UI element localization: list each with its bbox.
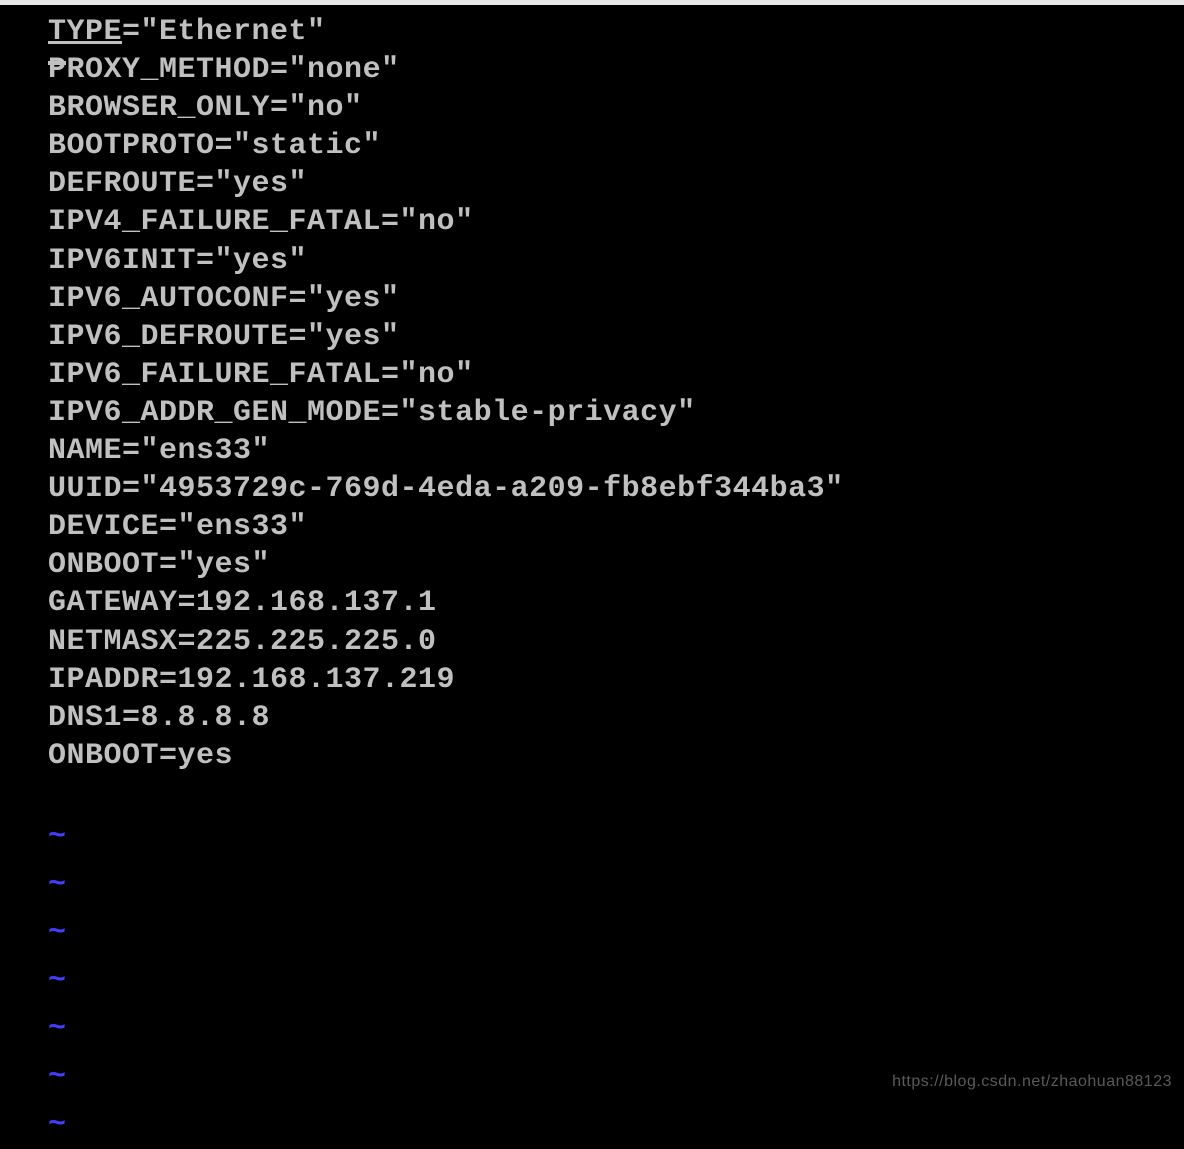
config-line: DEVICE="ens33" [48,508,1184,546]
config-line: NAME="ens33" [48,432,1184,470]
config-line: IPV6INIT="yes" [48,242,1184,280]
cursor-indicator [48,61,66,65]
vim-tilde-line: ~ [48,1005,1184,1053]
vim-tilde-line: ~ [48,957,1184,1005]
config-line: GATEWAY=192.168.137.1 [48,584,1184,622]
config-line: BROWSER_ONLY="no" [48,89,1184,127]
config-line: DEFROUTE="yes" [48,165,1184,203]
config-line: IPADDR=192.168.137.219 [48,661,1184,699]
window-top-bar [0,0,1184,5]
config-line: NETMASX=225.225.225.0 [48,623,1184,661]
blank-line [48,775,1184,813]
config-line: IPV6_DEFROUTE="yes" [48,318,1184,356]
config-line: IPV6_ADDR_GEN_MODE="stable-privacy" [48,394,1184,432]
config-line: UUID="4953729c-769d-4eda-a209-fb8ebf344b… [48,470,1184,508]
config-line: BOOTPROTO="static" [48,127,1184,165]
watermark-text: https://blog.csdn.net/zhaohuan88123 [892,1073,1172,1091]
config-line: ONBOOT=yes [48,737,1184,775]
vim-tilde-line: ~ [48,1101,1184,1149]
config-line: TYPE="Ethernet" [48,13,1184,51]
config-line: IPV6_AUTOCONF="yes" [48,280,1184,318]
config-line: ONBOOT="yes" [48,546,1184,584]
vim-tilde-line: ~ [48,813,1184,861]
config-line: DNS1=8.8.8.8 [48,699,1184,737]
vim-tilde-line: ~ [48,909,1184,957]
config-line: IPV4_FAILURE_FATAL="no" [48,203,1184,241]
vim-tilde-line: ~ [48,861,1184,909]
terminal-editor[interactable]: TYPE="Ethernet" PROXY_METHOD="none" BROW… [0,8,1184,1149]
config-line: IPV6_FAILURE_FATAL="no" [48,356,1184,394]
config-line: PROXY_METHOD="none" [48,51,1184,89]
